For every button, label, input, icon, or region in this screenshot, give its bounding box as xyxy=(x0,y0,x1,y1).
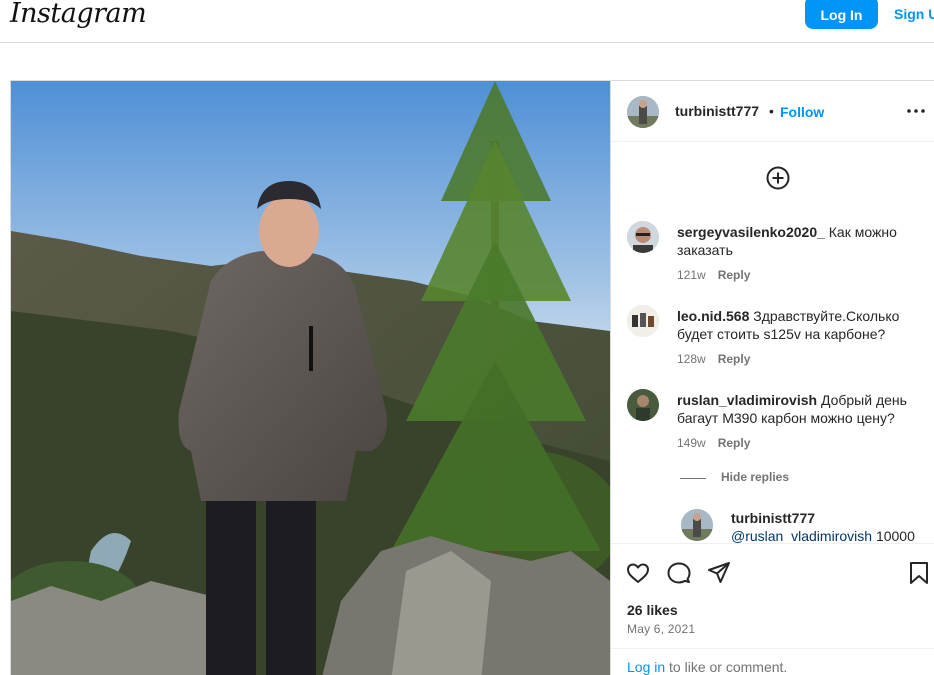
login-link[interactable]: Log in xyxy=(627,659,665,675)
reply-avatar[interactable] xyxy=(681,509,713,541)
commenter-avatar[interactable] xyxy=(627,389,659,421)
comment-time[interactable]: 121w xyxy=(677,268,706,282)
comment-text: leo.nid.568 Здравствуйте.Сколько будет с… xyxy=(677,307,922,343)
comment-time[interactable]: 149w xyxy=(677,436,706,450)
reply-button[interactable]: Reply xyxy=(718,436,751,450)
follow-button[interactable]: Follow xyxy=(780,104,824,120)
plus-circle-icon[interactable] xyxy=(766,166,790,190)
comment-username[interactable]: sergeyvasilenko2020_ xyxy=(677,224,825,240)
login-prompt: Log in to like or comment. xyxy=(611,648,934,675)
post-side-panel: turbinistt777 • Follow sergeyvasilenko20… xyxy=(610,81,934,675)
author-avatar[interactable] xyxy=(627,96,659,128)
author-username[interactable]: turbinistt777 xyxy=(675,103,759,119)
reply-button[interactable]: Reply xyxy=(718,268,751,282)
comment-meta: 128w Reply xyxy=(677,352,750,366)
post-photo[interactable] xyxy=(11,81,610,675)
instagram-logo[interactable]: Instagram xyxy=(10,0,147,29)
comment-meta: 121w Reply xyxy=(677,268,750,282)
reply-body: 10000 xyxy=(875,528,915,544)
more-horizontal-icon[interactable] xyxy=(907,109,925,113)
hide-replies-line xyxy=(680,478,706,479)
hide-replies-button[interactable]: Hide replies xyxy=(721,470,789,484)
comment-username[interactable]: ruslan_vladimirovish xyxy=(677,392,817,408)
commenter-avatar[interactable] xyxy=(627,221,659,253)
separator-dot: • xyxy=(769,103,774,119)
comment-username[interactable]: leo.nid.568 xyxy=(677,308,749,324)
send-icon[interactable] xyxy=(706,560,732,586)
reply-button[interactable]: Reply xyxy=(718,352,751,366)
login-prompt-text: Log in to like or comment. xyxy=(627,659,787,675)
top-nav: Instagram Log In Sign Up xyxy=(0,0,934,43)
login-suffix: to like or comment. xyxy=(665,659,788,675)
reply-mention[interactable]: @ruslan_vladimirovish xyxy=(731,528,872,544)
comment-time[interactable]: 128w xyxy=(677,352,706,366)
login-button[interactable]: Log In xyxy=(805,0,878,29)
comment-text: ruslan_vladimirovish Добрый день багаут … xyxy=(677,391,922,427)
person-on-cliff-photo xyxy=(11,81,610,675)
heart-icon[interactable] xyxy=(625,560,651,586)
signup-link[interactable]: Sign Up xyxy=(894,6,934,22)
post-header: turbinistt777 • Follow xyxy=(611,81,934,142)
likes-count[interactable]: 26 likes xyxy=(627,602,678,618)
comment-meta: 149w Reply xyxy=(677,436,750,450)
commenter-avatar[interactable] xyxy=(627,305,659,337)
bookmark-icon[interactable] xyxy=(906,560,932,586)
comment-icon[interactable] xyxy=(666,560,692,586)
comment-text: sergeyvasilenko2020_ Как можно заказать xyxy=(677,223,922,259)
reply-text: turbinistt777 @ruslan_vladimirovish 1000… xyxy=(731,509,931,545)
post-container: turbinistt777 • Follow sergeyvasilenko20… xyxy=(10,80,934,675)
post-date[interactable]: May 6, 2021 xyxy=(627,622,695,636)
reply-username[interactable]: turbinistt777 xyxy=(731,510,815,526)
